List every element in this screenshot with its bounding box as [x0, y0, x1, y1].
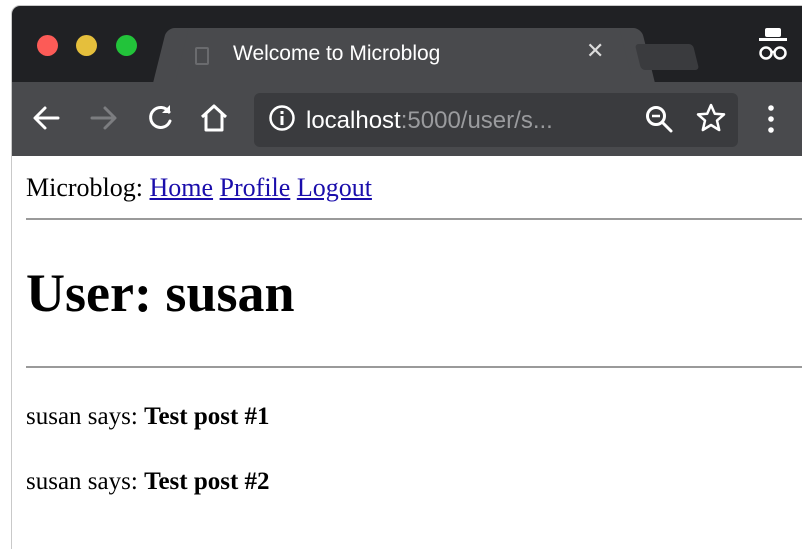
window-maximize-button[interactable] — [116, 35, 137, 56]
tab-title: Welcome to Microblog — [233, 42, 441, 65]
tab-close-icon[interactable]: ✕ — [586, 39, 604, 64]
window-close-button[interactable] — [37, 35, 58, 56]
page-title: User: susan — [26, 263, 295, 323]
post-item: susan says: Test post #1 — [26, 403, 270, 431]
post-body: Test post #1 — [144, 403, 270, 430]
incognito-icon — [759, 28, 787, 60]
bookmark-star-icon[interactable] — [695, 102, 727, 134]
post-author: susan says: — [26, 403, 138, 430]
tab-strip: Welcome to Microblog ✕ — [12, 6, 802, 82]
site-brand: Microblog: — [26, 173, 143, 202]
new-tab-button[interactable] — [634, 44, 700, 70]
forward-arrow-icon[interactable] — [88, 102, 120, 134]
site-nav: Microblog: Home Profile Logout — [26, 173, 372, 203]
window-minimize-button[interactable] — [76, 35, 97, 56]
nav-home-link[interactable]: Home — [150, 173, 214, 202]
zoom-icon[interactable] — [644, 104, 674, 134]
info-icon[interactable] — [268, 104, 296, 132]
divider — [26, 366, 802, 368]
nav-logout-link[interactable]: Logout — [297, 173, 372, 202]
nav-profile-link[interactable]: Profile — [220, 173, 291, 202]
home-icon[interactable] — [198, 102, 230, 134]
menu-dots-icon[interactable] — [768, 104, 774, 134]
back-arrow-icon[interactable] — [30, 102, 62, 134]
page-icon — [195, 47, 209, 65]
post-author: susan says: — [26, 468, 138, 495]
post-body: Test post #2 — [144, 468, 270, 495]
url-path: :5000/user/s... — [400, 107, 553, 134]
browser-window: Welcome to Microblog ✕ localhost:5000/us… — [12, 6, 802, 549]
reload-icon[interactable] — [144, 102, 176, 134]
url-text: localhost:5000/user/s... — [306, 107, 553, 135]
url-host: localhost — [306, 107, 401, 134]
divider — [26, 218, 802, 220]
post-item: susan says: Test post #2 — [26, 468, 270, 496]
